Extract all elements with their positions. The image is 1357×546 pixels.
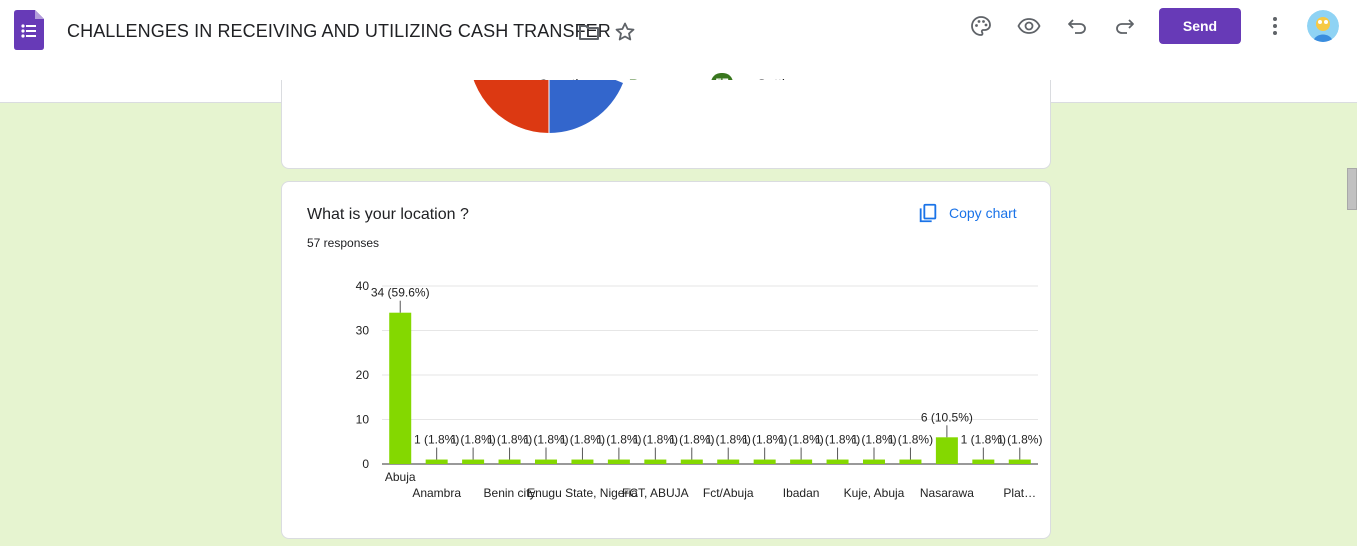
x-category-label: Anambra bbox=[412, 486, 461, 500]
data-label: 1 (1.8%) bbox=[997, 433, 1042, 447]
bar bbox=[826, 459, 849, 464]
x-category-label: Plat… bbox=[1003, 486, 1036, 500]
data-label: 6 (10.5%) bbox=[921, 410, 973, 424]
pie-slice-red bbox=[473, 80, 549, 133]
bar bbox=[717, 459, 740, 464]
pie-slice-blue bbox=[549, 80, 623, 133]
send-button[interactable]: Send bbox=[1159, 8, 1241, 44]
bar bbox=[425, 459, 448, 464]
y-tick-label: 10 bbox=[356, 413, 370, 427]
bar bbox=[972, 459, 995, 464]
bar bbox=[863, 459, 885, 464]
star-icon[interactable] bbox=[613, 20, 637, 44]
bar bbox=[753, 459, 776, 464]
x-category-label: Kuje, Abuja bbox=[844, 486, 905, 500]
x-category-label: Abuja bbox=[385, 470, 416, 484]
bar bbox=[571, 459, 594, 464]
data-label: 34 (59.6%) bbox=[371, 286, 430, 300]
bar bbox=[935, 437, 958, 464]
y-tick-label: 40 bbox=[356, 279, 370, 293]
location-bar-chart: 0 10 20 30 40 34 (59.6%) Abuja 1 (1.8%) Anambra 1… bbox=[356, 279, 1043, 500]
forms-logo-icon[interactable] bbox=[14, 10, 44, 50]
undo-icon[interactable] bbox=[1065, 14, 1089, 38]
x-category-label: FCT, ABUJA bbox=[622, 486, 689, 500]
y-tick-label: 30 bbox=[356, 324, 370, 338]
more-vert-icon[interactable] bbox=[1263, 14, 1287, 38]
palette-icon[interactable] bbox=[969, 14, 993, 38]
bar bbox=[790, 459, 813, 464]
redo-icon[interactable] bbox=[1113, 14, 1137, 38]
bar bbox=[1008, 459, 1031, 464]
previous-question-card bbox=[281, 80, 1051, 169]
question-card: What is your location ? 57 responses Cop… bbox=[281, 181, 1051, 539]
bar bbox=[462, 459, 485, 464]
x-category-label: Ibadan bbox=[783, 486, 820, 500]
bar bbox=[680, 459, 703, 464]
y-tick-label: 20 bbox=[356, 368, 370, 382]
form-title[interactable]: CHALLENGES IN RECEIVING AND UTILIZING CA… bbox=[67, 21, 611, 42]
data-label: 1 (1.8%) bbox=[888, 433, 933, 447]
pie-chart-partial bbox=[473, 80, 623, 133]
x-category-label: Nasarawa bbox=[920, 486, 974, 500]
x-category-label: Fct/Abuja bbox=[703, 486, 754, 500]
bar bbox=[607, 459, 630, 464]
scrollbar-thumb[interactable] bbox=[1347, 168, 1357, 210]
bar bbox=[644, 459, 667, 464]
bar bbox=[498, 459, 521, 464]
bar bbox=[389, 312, 412, 464]
bar bbox=[899, 459, 922, 464]
eye-icon[interactable] bbox=[1017, 14, 1041, 38]
folder-icon[interactable] bbox=[577, 20, 601, 44]
y-tick-label: 0 bbox=[362, 457, 369, 471]
bar bbox=[535, 459, 557, 464]
avatar[interactable] bbox=[1307, 10, 1339, 42]
